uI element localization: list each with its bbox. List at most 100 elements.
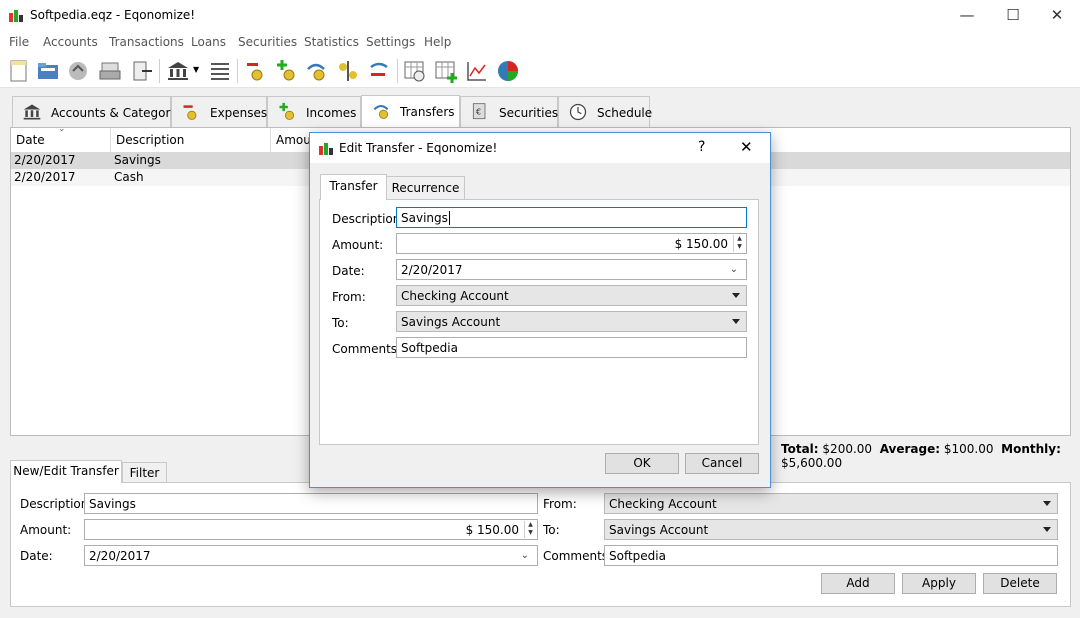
dialog-form: Description: Savings Amount: $ 150.00 ▲ ▼…: [319, 199, 759, 445]
tab-schedule[interactable]: Schedule: [558, 96, 652, 127]
from-label: From:: [332, 290, 366, 304]
tab-label: Expenses: [210, 106, 268, 120]
tab-transfers[interactable]: Transfers: [361, 95, 460, 128]
chevron-down-icon[interactable]: ▼: [193, 65, 199, 74]
dialog-title: Edit Transfer - Eqonomize!: [339, 141, 498, 155]
comments-label: Comments:: [543, 549, 613, 563]
dialog-close-icon[interactable]: ✕: [740, 138, 753, 156]
comments-field[interactable]: Softpedia: [396, 337, 747, 358]
spin-down-icon[interactable]: ▼: [525, 529, 536, 537]
description-label: Description:: [332, 212, 405, 226]
description-value: Savings: [401, 211, 448, 225]
monthly-value: $5,600.00: [781, 456, 843, 470]
menu-help[interactable]: Help: [424, 35, 451, 49]
title-bar: Softpedia.eqz - Eqonomize! — ☐ ✕: [0, 0, 1080, 31]
print-icon[interactable]: [98, 59, 122, 83]
categories-icon[interactable]: [208, 59, 232, 83]
add-button[interactable]: Add: [821, 573, 895, 594]
spin-up-icon[interactable]: ▲: [734, 235, 745, 243]
menu-accounts[interactable]: Accounts: [43, 35, 98, 49]
comments-field[interactable]: Softpedia: [604, 545, 1058, 566]
table-add-icon[interactable]: [434, 59, 458, 83]
from-label: From:: [543, 497, 577, 511]
save-icon[interactable]: [66, 59, 90, 83]
amount-spinner[interactable]: ▲ ▼: [733, 235, 745, 252]
dropdown-arrow-icon: [732, 293, 740, 298]
monthly-label: Monthly:: [1001, 442, 1061, 456]
menu-settings[interactable]: Settings: [366, 35, 415, 49]
description-label: Description:: [20, 497, 93, 511]
text-cursor: [448, 211, 450, 225]
spin-down-icon[interactable]: ▼: [734, 243, 745, 251]
tab-expenses[interactable]: Expenses: [171, 96, 267, 127]
menu-transactions[interactable]: Transactions: [109, 35, 184, 49]
close-button[interactable]: ✕: [1034, 0, 1080, 31]
maximize-button[interactable]: ☐: [990, 0, 1036, 31]
spin-up-icon[interactable]: ▲: [525, 521, 536, 529]
tab-label: Transfers: [400, 105, 455, 119]
description-field[interactable]: Savings: [84, 493, 538, 514]
new-income-icon[interactable]: [274, 59, 298, 83]
tab-label: Securities: [499, 106, 559, 120]
export-icon[interactable]: [130, 59, 154, 83]
tab-incomes[interactable]: Incomes: [267, 96, 361, 127]
split-transaction-icon[interactable]: [336, 59, 360, 83]
tab-new-edit-transfer[interactable]: New/Edit Transfer: [10, 460, 122, 483]
chevron-down-icon[interactable]: ⌄: [730, 264, 738, 275]
edit-transfer-dialog: Edit Transfer - Eqonomize! ? ✕ Transfer …: [309, 132, 771, 488]
schedule-table-icon[interactable]: [403, 59, 427, 83]
line-chart-icon[interactable]: [465, 59, 489, 83]
from-value: Checking Account: [401, 289, 509, 303]
schedule-icon: [569, 103, 587, 121]
edit-transfer-panel: Description: Savings Amount: $ 150.00 ▲ ▼…: [10, 482, 1071, 607]
menu-loans[interactable]: Loans: [191, 35, 226, 49]
join-transactions-icon[interactable]: [367, 59, 391, 83]
to-label: To:: [332, 316, 349, 330]
menu-bar: File Accounts Transactions Loans Securit…: [0, 31, 1080, 53]
column-header-description[interactable]: Description: [111, 128, 271, 152]
to-select[interactable]: Savings Account: [604, 519, 1058, 540]
new-file-icon[interactable]: [7, 59, 31, 83]
pie-chart-icon[interactable]: [496, 59, 520, 83]
svg-text:€: €: [476, 107, 481, 117]
delete-button[interactable]: Delete: [983, 573, 1057, 594]
to-select[interactable]: Savings Account: [396, 311, 747, 332]
row-date: 2/20/2017: [14, 153, 76, 167]
ok-button[interactable]: OK: [605, 453, 679, 474]
dialog-tab-transfer[interactable]: Transfer: [320, 174, 387, 200]
open-folder-icon[interactable]: [36, 59, 60, 83]
date-value: 2/20/2017: [89, 549, 151, 563]
cancel-button[interactable]: Cancel: [685, 453, 759, 474]
menu-securities[interactable]: Securities: [238, 35, 297, 49]
minimize-button[interactable]: —: [944, 0, 990, 31]
total-label: Total:: [781, 442, 819, 456]
toolbar-separator: [159, 59, 160, 83]
date-field[interactable]: 2/20/2017 ⌄: [84, 545, 538, 566]
from-select[interactable]: Checking Account: [396, 285, 747, 306]
tab-securities[interactable]: € Securities: [460, 96, 558, 127]
bank-icon: [23, 104, 41, 120]
minimize-icon: —: [959, 6, 975, 24]
date-field[interactable]: 2/20/2017 ⌄: [396, 259, 747, 280]
menu-file[interactable]: File: [9, 35, 29, 49]
amount-field[interactable]: $ 150.00 ▲ ▼: [84, 519, 538, 540]
amount-value: $ 150.00: [674, 237, 728, 251]
new-transfer-icon[interactable]: [304, 59, 328, 83]
apply-button[interactable]: Apply: [902, 573, 976, 594]
tab-label: Accounts & Categories: [51, 106, 188, 120]
new-expense-icon[interactable]: [244, 59, 268, 83]
toolbar-separator: [397, 59, 398, 83]
chevron-down-icon[interactable]: ⌄: [521, 550, 529, 561]
from-select[interactable]: Checking Account: [604, 493, 1058, 514]
dialog-tab-recurrence[interactable]: Recurrence: [387, 176, 465, 199]
row-date: 2/20/2017: [14, 170, 76, 184]
help-button[interactable]: ?: [698, 139, 705, 155]
amount-spinner[interactable]: ▲ ▼: [524, 521, 536, 538]
tab-filter[interactable]: Filter: [122, 462, 167, 483]
tab-accounts-categories[interactable]: Accounts & Categories: [12, 96, 187, 127]
amount-value: $ 150.00: [465, 523, 519, 537]
amount-field[interactable]: $ 150.00 ▲ ▼: [396, 233, 747, 254]
description-field[interactable]: Savings: [396, 207, 747, 228]
menu-statistics[interactable]: Statistics: [304, 35, 359, 49]
bank-icon[interactable]: [166, 59, 190, 83]
